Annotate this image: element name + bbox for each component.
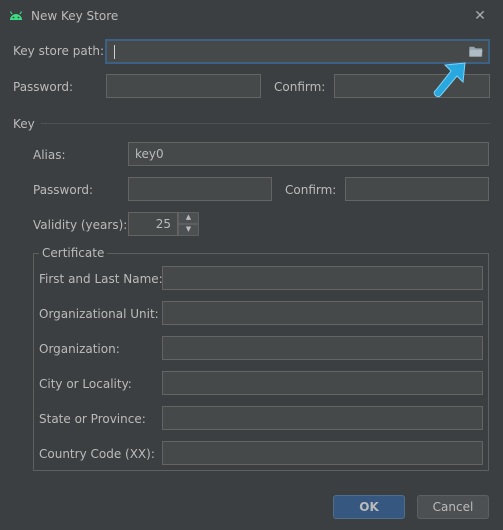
cert-country-input[interactable] xyxy=(162,441,483,465)
window-title: New Key Store xyxy=(31,9,119,23)
key-confirm-label: Confirm: xyxy=(285,183,337,197)
title-bar: New Key Store ✕ xyxy=(0,0,503,32)
cert-org-unit-input[interactable] xyxy=(162,301,483,325)
validity-input[interactable]: 25 xyxy=(128,212,178,236)
text-caret xyxy=(114,45,115,59)
cert-country-label: Country Code (XX): xyxy=(39,447,155,461)
key-store-path-label: Key store path: xyxy=(13,44,105,58)
pointer-arrow-icon xyxy=(433,62,466,98)
validity-increment-button[interactable]: ▲ xyxy=(178,212,199,224)
key-password-field[interactable] xyxy=(128,177,272,201)
cert-organization-input[interactable] xyxy=(162,336,483,360)
cancel-button[interactable]: Cancel xyxy=(417,495,489,519)
cert-organization-label: Organization: xyxy=(39,342,120,356)
keystore-confirm-field[interactable] xyxy=(334,74,490,98)
validity-decrement-button[interactable]: ▼ xyxy=(178,224,199,236)
keystore-password-field[interactable] xyxy=(106,74,261,98)
cert-name-label: First and Last Name: xyxy=(39,272,163,286)
cert-name-input[interactable] xyxy=(162,266,483,290)
alias-label: Alias: xyxy=(33,148,66,162)
cert-state-input[interactable] xyxy=(162,406,483,430)
cert-org-unit-label: Organizational Unit: xyxy=(39,307,159,321)
keystore-confirm-label: Confirm: xyxy=(274,80,326,94)
key-store-path-input[interactable] xyxy=(105,39,490,64)
android-icon xyxy=(9,11,23,20)
close-icon[interactable]: ✕ xyxy=(470,6,490,26)
key-section-separator xyxy=(41,123,490,124)
alias-input[interactable]: key0 xyxy=(128,142,489,166)
key-password-label: Password: xyxy=(33,183,94,197)
cert-state-label: State or Province: xyxy=(39,412,146,426)
certificate-legend: Certificate xyxy=(39,246,108,260)
folder-icon[interactable] xyxy=(469,46,483,57)
validity-label: Validity (years): xyxy=(33,218,128,232)
key-confirm-field[interactable] xyxy=(345,177,489,201)
ok-button[interactable]: OK xyxy=(333,495,405,519)
key-section-label: Key xyxy=(13,117,35,131)
cert-city-label: City or Locality: xyxy=(39,377,132,391)
keystore-password-label: Password: xyxy=(13,80,74,94)
cert-city-input[interactable] xyxy=(162,371,483,395)
